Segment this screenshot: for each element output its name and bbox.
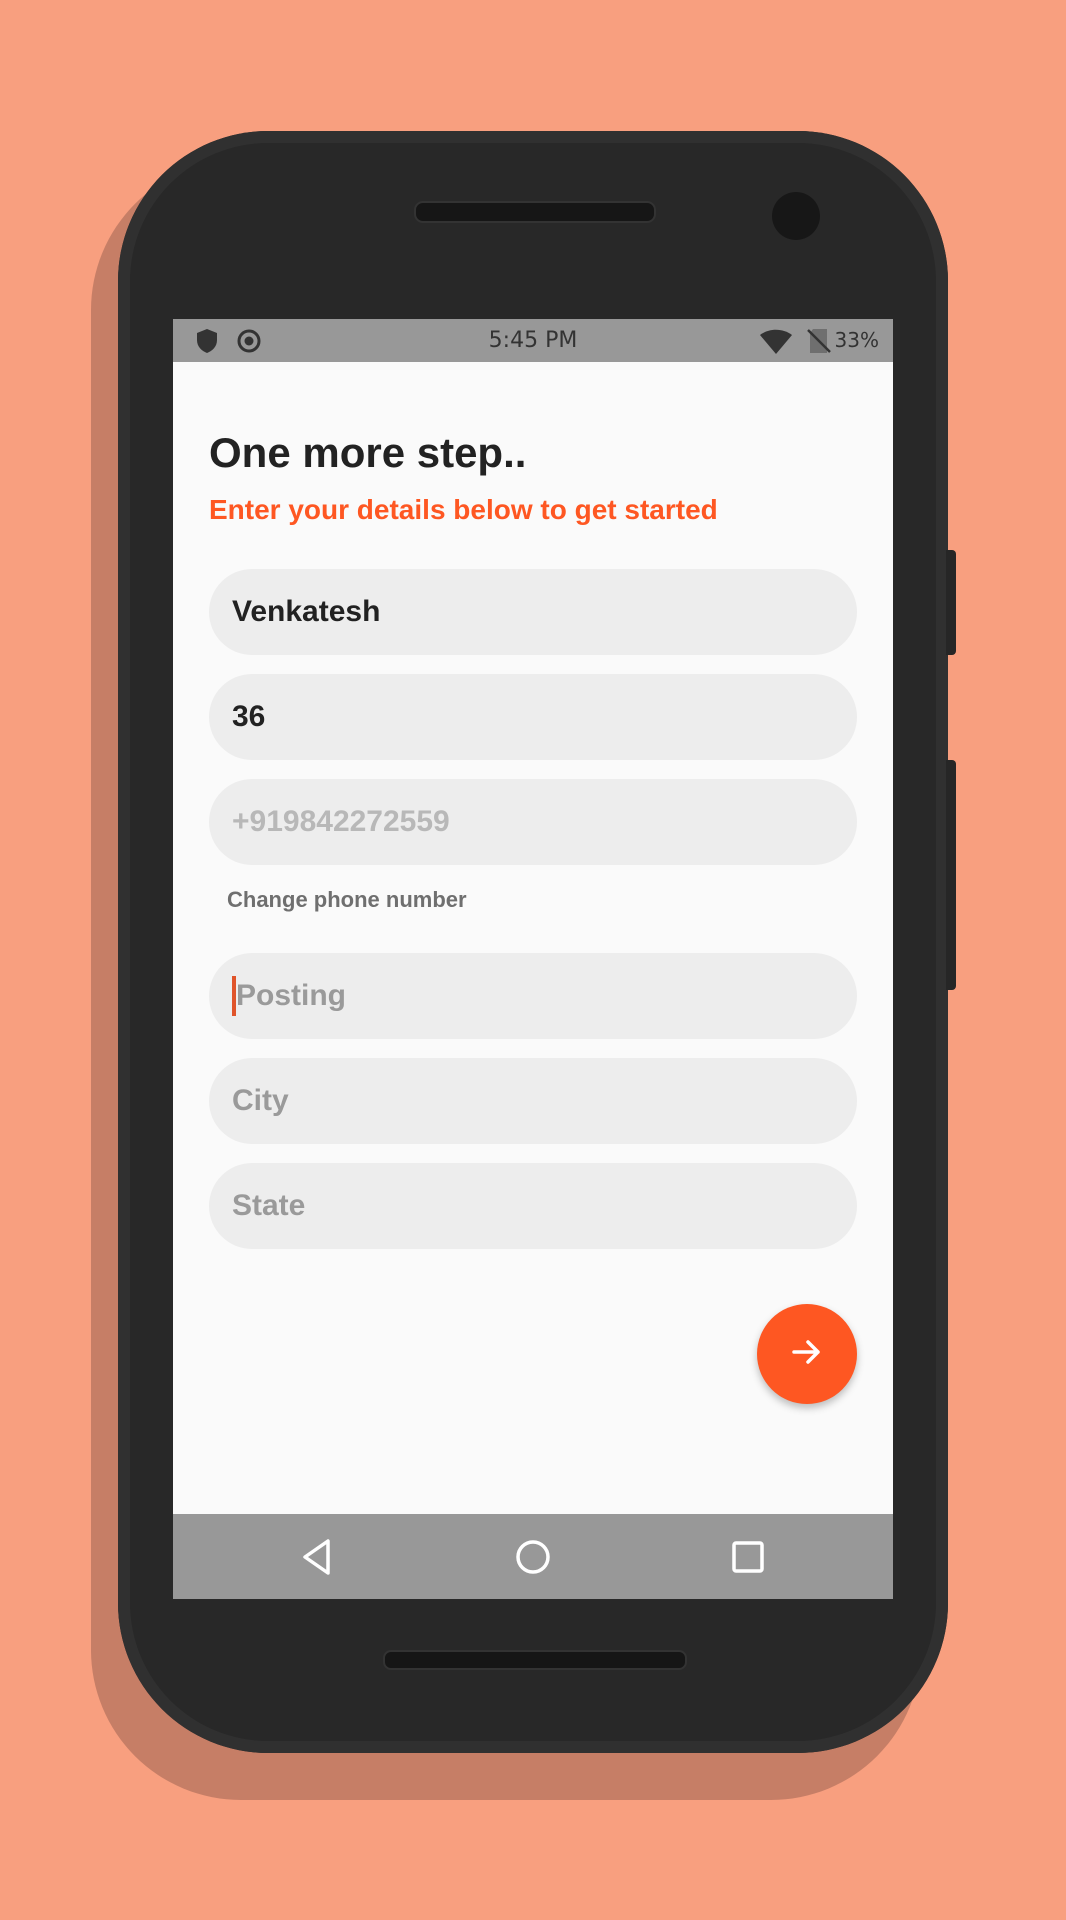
next-button[interactable] xyxy=(757,1304,857,1404)
name-value: Venkatesh xyxy=(232,595,381,628)
city-placeholder: City xyxy=(232,1084,289,1117)
change-phone-link[interactable]: Change phone number xyxy=(227,887,467,913)
phone-value: +919842272559 xyxy=(232,805,450,838)
phone-field: +919842272559 xyxy=(209,779,857,865)
page-title: One more step.. xyxy=(209,429,527,476)
arrow-right-icon xyxy=(789,1334,825,1374)
recents-icon[interactable] xyxy=(727,1536,769,1578)
bottom-speaker xyxy=(383,1650,687,1670)
state-placeholder: State xyxy=(232,1189,306,1222)
age-value: 36 xyxy=(232,700,266,733)
no-sim-icon xyxy=(807,328,831,358)
city-field[interactable]: City xyxy=(209,1058,857,1144)
state-field[interactable]: State xyxy=(209,1163,857,1249)
earpiece-speaker xyxy=(414,201,656,223)
page-subtitle: Enter your details below to get started xyxy=(209,494,718,525)
app-screen: 5:45 PM 33% One more step.. Enter your d… xyxy=(173,319,893,1599)
battery-level: 33% xyxy=(834,328,879,352)
age-field[interactable]: 36 xyxy=(209,674,857,760)
front-camera xyxy=(772,192,820,240)
posting-field[interactable]: Posting xyxy=(209,953,857,1039)
wifi-icon xyxy=(759,329,793,359)
power-button xyxy=(946,760,956,990)
back-icon[interactable] xyxy=(297,1536,339,1578)
status-bar: 5:45 PM 33% xyxy=(173,319,893,362)
navigation-bar xyxy=(173,1514,893,1599)
posting-placeholder: Posting xyxy=(236,979,346,1012)
volume-button xyxy=(946,550,956,655)
name-field[interactable]: Venkatesh xyxy=(209,569,857,655)
home-icon[interactable] xyxy=(512,1536,554,1578)
